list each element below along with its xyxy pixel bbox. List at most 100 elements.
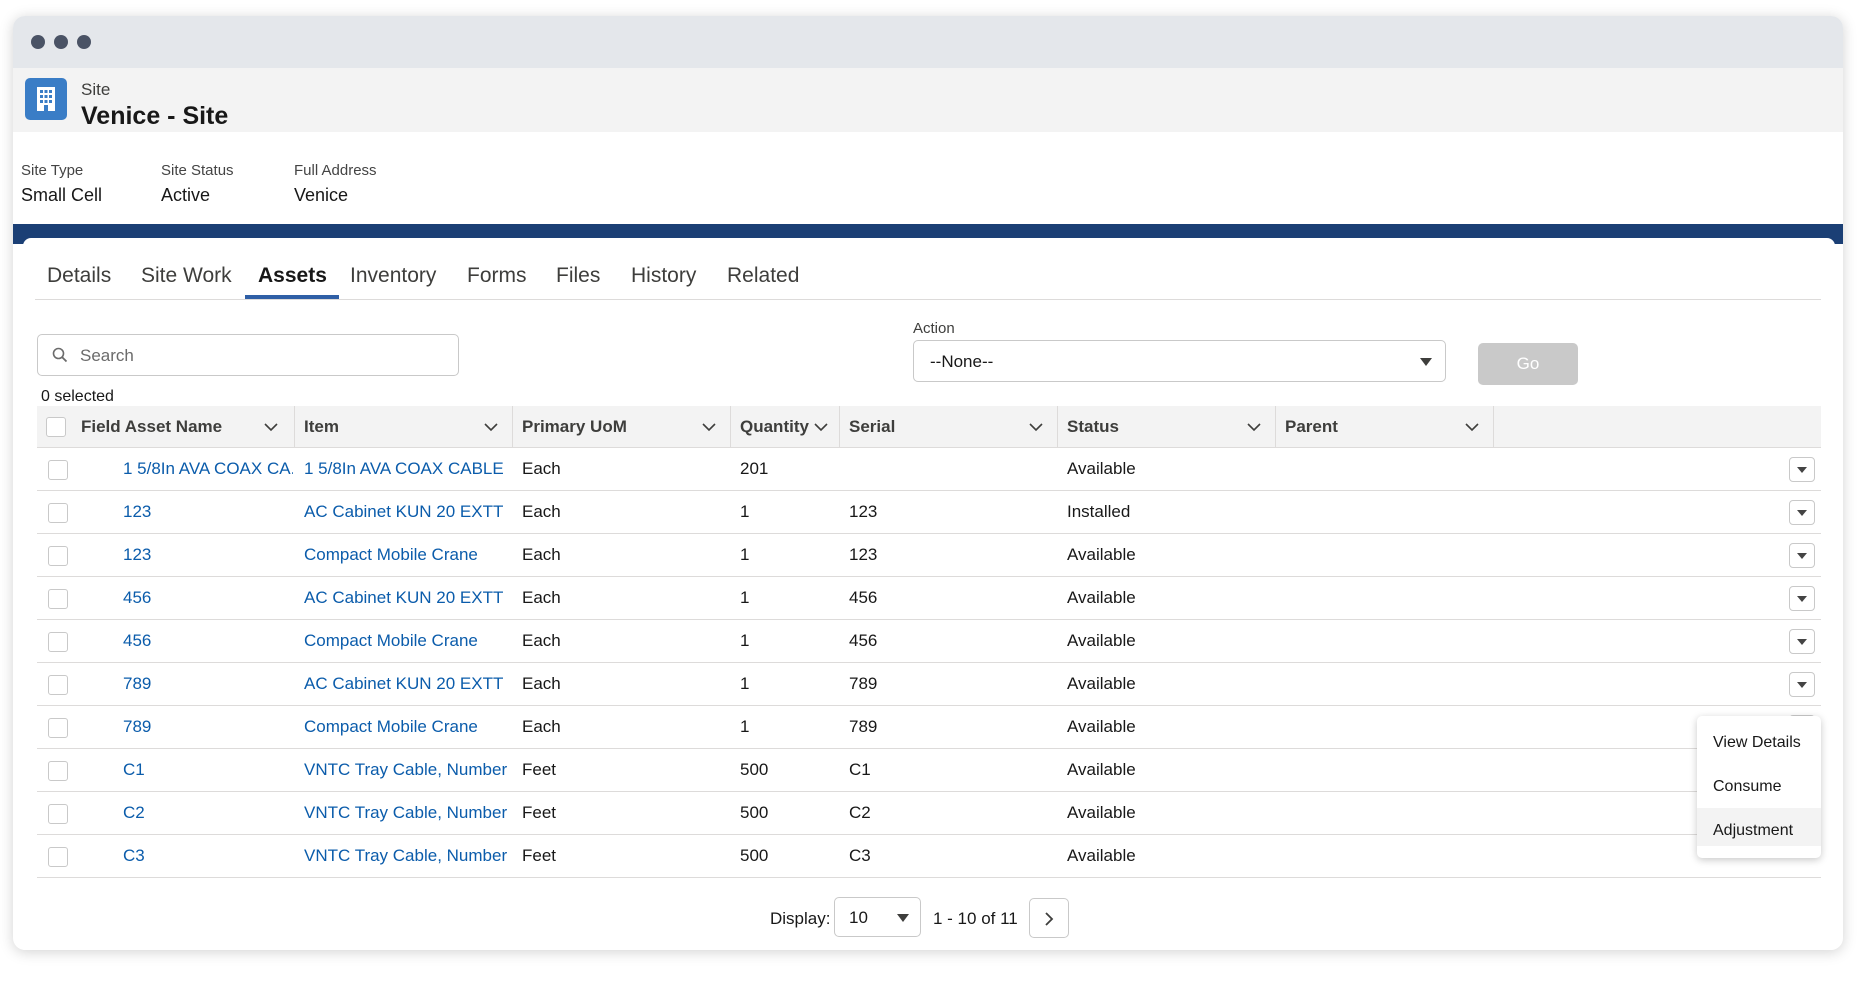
- row-checkbox[interactable]: [48, 460, 68, 480]
- tab-forms[interactable]: Forms: [467, 264, 527, 288]
- quantity-cell: 1: [740, 545, 750, 564]
- caret-down-icon: [1797, 639, 1807, 645]
- item-link[interactable]: AC Cabinet KUN 20 EXTT: [304, 674, 503, 694]
- quantity-cell: 201: [740, 459, 769, 478]
- tab-assets[interactable]: Assets: [258, 264, 327, 288]
- next-page-button[interactable]: [1029, 898, 1069, 938]
- uom-cell: Each: [522, 545, 561, 564]
- table-row: 789 Compact Mobile Crane Each 1 789 Avai…: [37, 706, 1821, 749]
- field-asset-name-link[interactable]: 1 5/8In AVA COAX CA...: [123, 459, 293, 479]
- status-cell: Available: [1067, 588, 1136, 607]
- field-asset-name-link[interactable]: C3: [123, 846, 145, 866]
- item-link[interactable]: 1 5/8In AVA COAX CABLE FI...: [304, 459, 509, 479]
- page-size-select[interactable]: 10: [834, 897, 921, 937]
- row-actions-button[interactable]: [1789, 543, 1815, 568]
- column-header-serial[interactable]: Serial: [840, 406, 1058, 448]
- field-asset-name-link[interactable]: C1: [123, 760, 145, 780]
- serial-cell: 789: [849, 674, 878, 693]
- item-link[interactable]: Compact Mobile Crane: [304, 717, 478, 737]
- item-link[interactable]: Compact Mobile Crane: [304, 631, 478, 651]
- field-asset-name-link[interactable]: C2: [123, 803, 145, 823]
- item-link[interactable]: AC Cabinet KUN 20 EXTT: [304, 502, 503, 522]
- tab-details[interactable]: Details: [47, 264, 111, 288]
- uom-cell: Feet: [522, 760, 557, 779]
- status-cell: Available: [1067, 803, 1136, 822]
- column-header-parent[interactable]: Parent: [1276, 406, 1494, 448]
- item-link[interactable]: VNTC Tray Cable, Number of...: [304, 803, 509, 823]
- action-label: Action: [913, 320, 955, 337]
- search-input[interactable]: Search: [37, 334, 459, 376]
- uom-cell: Feet: [522, 803, 557, 822]
- tab-inventory[interactable]: Inventory: [350, 264, 436, 288]
- item-link[interactable]: Compact Mobile Crane: [304, 545, 478, 565]
- row-actions-menu: View Details Consume Adjustment: [1697, 716, 1821, 858]
- column-header-item[interactable]: Item: [295, 406, 513, 448]
- action-select-value: --None--: [930, 352, 994, 371]
- status-cell: Available: [1067, 674, 1136, 693]
- row-checkbox[interactable]: [48, 718, 68, 738]
- serial-cell: C2: [849, 803, 871, 822]
- window-dot-icon: [31, 35, 45, 49]
- row-checkbox[interactable]: [48, 589, 68, 609]
- quantity-cell: 500: [740, 803, 769, 822]
- chevron-right-icon: [1045, 912, 1054, 926]
- tab-history[interactable]: History: [631, 264, 696, 288]
- uom-cell: Each: [522, 717, 561, 736]
- field-asset-name-link[interactable]: 456: [123, 631, 151, 651]
- serial-cell: 789: [849, 717, 878, 736]
- row-actions-button[interactable]: [1789, 457, 1815, 482]
- select-all-checkbox[interactable]: [46, 417, 66, 437]
- field-asset-name-link[interactable]: 789: [123, 674, 151, 694]
- field-asset-name-link[interactable]: 456: [123, 588, 151, 608]
- quantity-cell: 1: [740, 631, 750, 650]
- field-asset-name-link[interactable]: 123: [123, 545, 151, 565]
- search-placeholder: Search: [80, 346, 134, 365]
- menu-item-consume[interactable]: Consume: [1697, 764, 1821, 802]
- row-checkbox[interactable]: [48, 804, 68, 824]
- chevron-down-icon: [264, 423, 278, 432]
- action-select[interactable]: --None--: [913, 340, 1446, 382]
- column-header-field-asset-name[interactable]: Field Asset Name: [67, 406, 295, 448]
- table-row: C3 VNTC Tray Cable, Number of... Feet 50…: [37, 835, 1821, 878]
- row-actions-button[interactable]: [1789, 672, 1815, 697]
- tab-files[interactable]: Files: [556, 264, 600, 288]
- row-actions-button[interactable]: [1789, 629, 1815, 654]
- row-checkbox[interactable]: [48, 632, 68, 652]
- field-asset-name-link[interactable]: 123: [123, 502, 151, 522]
- row-checkbox[interactable]: [48, 847, 68, 867]
- row-actions-button[interactable]: [1789, 500, 1815, 525]
- status-cell: Installed: [1067, 502, 1131, 521]
- field-value: Venice: [294, 185, 349, 205]
- item-link[interactable]: AC Cabinet KUN 20 EXTT: [304, 588, 503, 608]
- field-label: Site Status: [161, 162, 234, 179]
- field-site-type: Site Type Small Cell: [21, 162, 102, 206]
- table-row: 123 AC Cabinet KUN 20 EXTT Each 1 123 In…: [37, 491, 1821, 534]
- tab-card: Details Site Work Assets Inventory Forms…: [23, 238, 1835, 950]
- row-checkbox[interactable]: [48, 546, 68, 566]
- item-link[interactable]: VNTC Tray Cable, Number of...: [304, 760, 509, 780]
- menu-item-view-details[interactable]: View Details: [1697, 720, 1821, 758]
- row-checkbox[interactable]: [48, 675, 68, 695]
- row-actions-button[interactable]: [1789, 586, 1815, 611]
- select-all-cell: [37, 406, 67, 448]
- column-header-primary-uom[interactable]: Primary UoM: [513, 406, 731, 448]
- uom-cell: Each: [522, 631, 561, 650]
- row-checkbox[interactable]: [48, 503, 68, 523]
- status-cell: Available: [1067, 545, 1136, 564]
- item-link[interactable]: VNTC Tray Cable, Number of...: [304, 846, 509, 866]
- caret-down-icon: [897, 914, 909, 922]
- tab-related[interactable]: Related: [727, 264, 799, 288]
- field-label: Full Address: [294, 162, 377, 179]
- serial-cell: C1: [849, 760, 871, 779]
- row-checkbox[interactable]: [48, 761, 68, 781]
- column-header-quantity[interactable]: Quantity: [731, 406, 840, 448]
- field-asset-name-link[interactable]: 789: [123, 717, 151, 737]
- menu-item-adjustment[interactable]: Adjustment: [1697, 808, 1821, 846]
- tab-site-work[interactable]: Site Work: [141, 264, 232, 288]
- column-header-status[interactable]: Status: [1058, 406, 1276, 448]
- uom-cell: Each: [522, 588, 561, 607]
- chevron-down-icon: [702, 423, 716, 432]
- quantity-cell: 500: [740, 846, 769, 865]
- quantity-cell: 500: [740, 760, 769, 779]
- go-button[interactable]: Go: [1478, 343, 1578, 385]
